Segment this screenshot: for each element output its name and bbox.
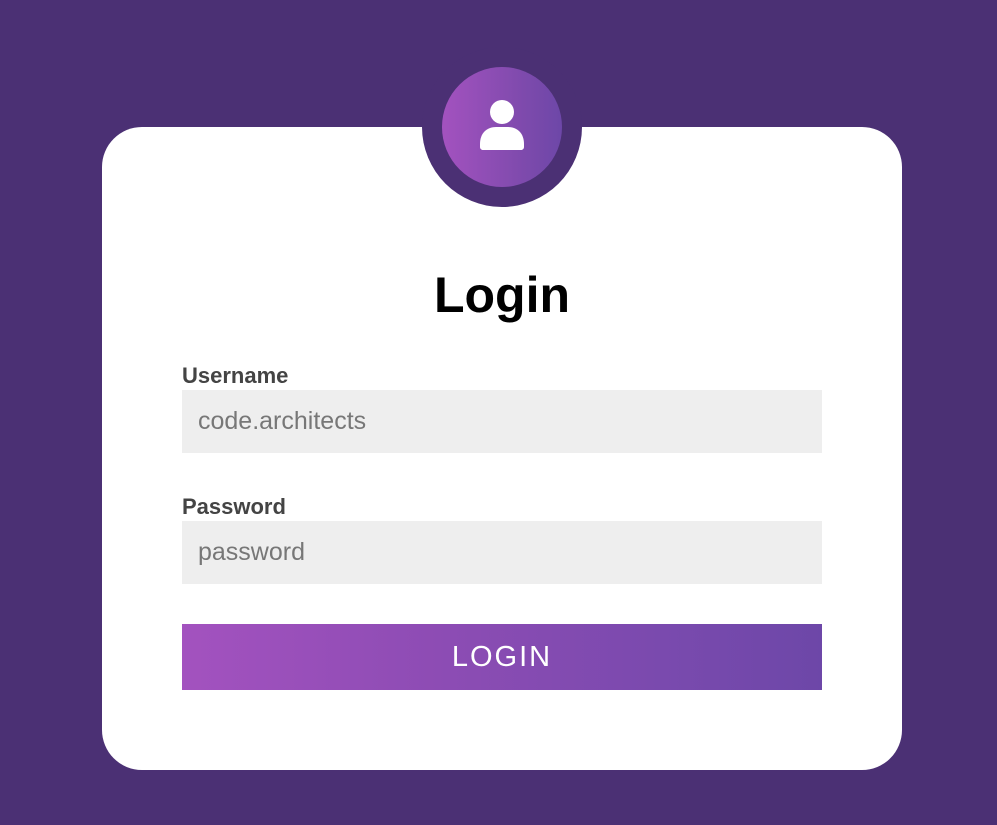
username-input[interactable] — [182, 390, 822, 453]
login-card: Login Username Password LOGIN — [102, 127, 902, 770]
password-input[interactable] — [182, 521, 822, 584]
username-label: Username — [182, 363, 289, 388]
password-label: Password — [182, 494, 286, 519]
login-button[interactable]: LOGIN — [182, 624, 822, 690]
user-icon — [480, 100, 524, 150]
avatar — [442, 67, 562, 187]
page-title: Login — [433, 267, 571, 323]
